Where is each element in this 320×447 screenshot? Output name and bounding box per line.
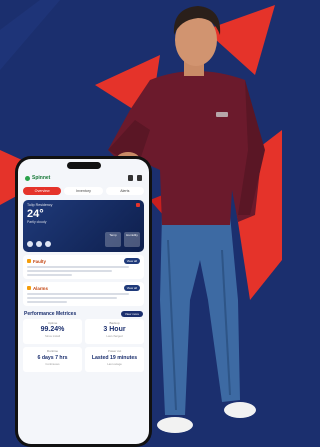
performance-header: Performance Metrices View more	[18, 309, 149, 319]
bell-icon[interactable]	[137, 175, 142, 181]
warning-icon	[27, 259, 31, 263]
brand-name: Spinnet	[32, 175, 51, 181]
performance-title: Performance Metrices	[24, 311, 77, 317]
control-icon-3[interactable]	[45, 241, 51, 247]
metric-sub: Last charged	[106, 334, 123, 338]
metric-value: Lasted 19 minutes	[91, 355, 138, 361]
metric-sub: Continuous	[45, 362, 60, 366]
phone-notch	[66, 162, 101, 169]
chest-logo	[216, 112, 228, 117]
tab-alerts[interactable]: Alerts	[105, 187, 144, 195]
control-icon-1[interactable]	[27, 241, 33, 247]
shoe-right	[224, 402, 256, 418]
metric-caption: Runtime	[46, 349, 59, 353]
metric-sub: Since install	[45, 334, 60, 338]
promo-banner: Spinnet Overview Inventory Alerts Tulip …	[0, 0, 282, 447]
performance-view-more-button[interactable]: View more	[120, 311, 143, 317]
weather-condition: Partly cloudy	[27, 220, 47, 224]
alarms-view-all-button[interactable]: View all	[123, 285, 140, 291]
metric-card[interactable]: Power cut Lasted 19 minutes Last outage	[85, 347, 144, 372]
metric-value: 6 days 7 hrs	[37, 355, 68, 361]
tab-bar: Overview Inventory Alerts	[18, 185, 149, 197]
tab-inventory[interactable]: Inventory	[64, 187, 103, 195]
metric-card[interactable]: Uptime 99.24% Since install	[23, 319, 82, 344]
metric-value: 99.24%	[40, 326, 65, 333]
weather-card: Tulip Residency 24° Partly cloudy Temp H…	[23, 200, 144, 252]
phone-screen: Spinnet Overview Inventory Alerts Tulip …	[18, 159, 149, 444]
metric-sub: Last outage	[107, 362, 122, 366]
weather-location: Tulip Residency	[27, 203, 53, 207]
alarms-title: Alarms	[33, 285, 48, 291]
alarms-card: Alarms View all	[23, 282, 144, 306]
alarm-icon	[27, 286, 31, 290]
metric-card[interactable]: Backup 3 Hour Last charged	[85, 319, 144, 344]
metrics-grid: Uptime 99.24% Since install Backup 3 Hou…	[18, 319, 149, 372]
metric-card[interactable]: Runtime 6 days 7 hrs Continuous	[23, 347, 82, 372]
metric-value: 3 Hour	[103, 326, 126, 333]
faulty-title: Faulty	[33, 258, 46, 264]
faulty-card: Faulty View all	[23, 255, 144, 279]
metric-caption: Uptime	[47, 321, 58, 325]
phone-mockup: Spinnet Overview Inventory Alerts Tulip …	[15, 156, 152, 447]
weather-tile-temp[interactable]: Temp	[105, 232, 121, 247]
brand-logo-icon	[25, 175, 30, 181]
weather-temperature: 24°	[27, 208, 44, 220]
document-icon[interactable]	[128, 175, 133, 181]
app-header: Spinnet	[18, 171, 149, 185]
faulty-view-all-button[interactable]: View all	[123, 258, 140, 264]
tab-overview[interactable]: Overview	[23, 187, 62, 195]
metric-caption: Backup	[109, 321, 120, 325]
metric-caption: Power cut	[107, 349, 122, 353]
shoe-left	[157, 417, 193, 433]
weather-tile-humidity[interactable]: Humidity	[124, 232, 140, 247]
brand: Spinnet	[25, 175, 50, 181]
control-icon-2[interactable]	[36, 241, 42, 247]
